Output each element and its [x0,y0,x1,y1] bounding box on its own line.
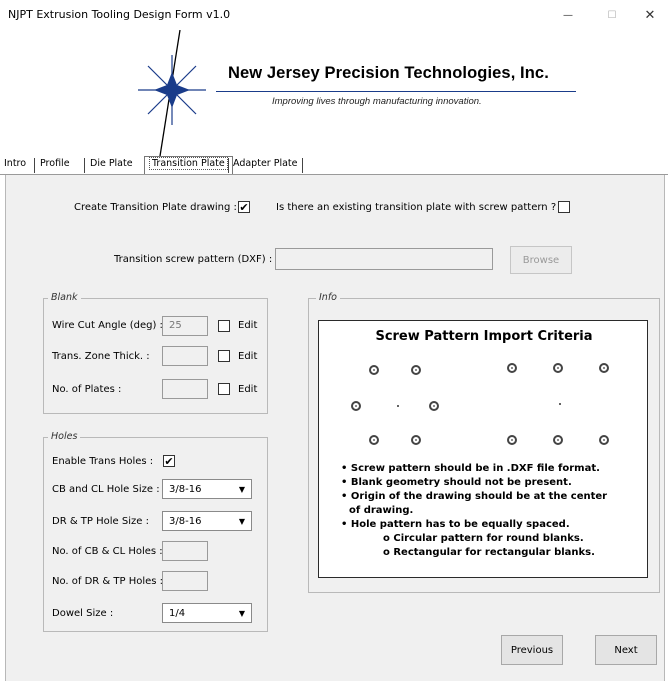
tab-adapter-plate[interactable]: Adapter Plate [233,158,297,174]
tab-divider [302,158,303,173]
criteria-line: o Rectangular for rectangular blanks. [383,547,595,558]
close-icon: ✕ [644,7,656,23]
create-drawing-checkbox[interactable]: ✔ [238,201,250,213]
criteria-line: • Blank geometry should not be present. [341,477,572,488]
criteria-line: • Hole pattern has to be equally spaced. [341,519,570,530]
dr-tp-count-input[interactable] [162,571,208,591]
tab-intro[interactable]: Intro [4,158,26,174]
trans-zone-input[interactable] [162,346,208,366]
tab-divider [228,158,229,173]
criteria-line: • Screw pattern should be in .DXF file f… [341,463,600,474]
hole-icon [553,435,563,445]
plates-label: No. of Plates : [52,384,122,395]
logo-underline [216,91,576,92]
cb-cl-size-label: CB and CL Hole Size : [52,484,160,495]
hole-icon [351,401,361,411]
dr-tp-size-label: DR & TP Hole Size : [52,516,149,527]
dr-tp-size-select[interactable]: 3/8-16 ▼ [162,511,252,531]
hole-icon [411,435,421,445]
holes-frame-title: Holes [48,431,81,442]
tab-strip: Intro Profile Die Plate Transition Plate… [0,156,668,176]
plates-edit-checkbox[interactable] [218,383,230,395]
screw-pattern-label: Transition screw pattern (DXF) : [114,254,273,265]
previous-button[interactable]: Previous [501,635,563,665]
company-name: New Jersey Precision Technologies, Inc. [228,64,549,82]
hole-icon [429,401,439,411]
company-tagline: Improving lives through manufacturing in… [272,96,482,107]
criteria-line: o Circular pattern for round blanks. [383,533,584,544]
trans-zone-edit-label: Edit [238,351,258,362]
blank-frame-title: Blank [48,292,81,303]
existing-pattern-checkbox[interactable] [558,201,570,213]
wire-cut-edit-label: Edit [238,320,258,331]
trans-zone-label: Trans. Zone Thick. : [52,351,150,362]
hole-icon [599,435,609,445]
checkmark-icon: ✔ [239,200,249,214]
cb-cl-size-value: 3/8-16 [169,483,202,495]
trans-zone-edit-checkbox[interactable] [218,350,230,362]
criteria-line: of drawing. [349,505,414,516]
wire-cut-input[interactable]: 25 [162,316,208,336]
create-drawing-label: Create Transition Plate drawing : [74,202,237,213]
enable-holes-label: Enable Trans Holes : [52,456,154,467]
cb-cl-size-select[interactable]: 3/8-16 ▼ [162,479,252,499]
dr-tp-size-value: 3/8-16 [169,515,202,527]
hole-icon [553,363,563,373]
plates-input[interactable] [162,379,208,399]
minimize-button[interactable]: — [548,2,588,28]
cb-cl-count-input[interactable] [162,541,208,561]
next-button[interactable]: Next [595,635,657,665]
header-banner [0,30,668,156]
cb-cl-count-label: No. of CB & CL Holes : [52,546,163,557]
hole-icon [599,363,609,373]
maximize-button[interactable]: ☐ [592,2,632,28]
plates-edit-label: Edit [238,384,258,395]
dowel-size-select[interactable]: 1/4 ▼ [162,603,252,623]
browse-button[interactable]: Browse [510,246,572,274]
tab-transition-plate-label: Transition Plate [149,157,228,170]
dr-tp-count-label: No. of DR & TP Holes : [52,576,164,587]
hole-icon [507,363,517,373]
existing-pattern-label: Is there an existing transition plate wi… [276,202,557,213]
criteria-title: Screw Pattern Import Criteria [375,329,593,344]
window-title: NJPT Extrusion Tooling Design Form v1.0 [8,8,231,21]
screw-pattern-criteria-image: Screw Pattern Import Criteria • Screw pa… [318,320,648,578]
info-frame-title: Info [316,292,340,303]
dropdown-arrow-icon: ▼ [238,608,245,618]
center-dot [559,403,561,405]
maximize-icon: ☐ [607,9,617,21]
tab-divider [84,158,85,173]
hole-icon [369,435,379,445]
wire-cut-edit-checkbox[interactable] [218,320,230,332]
dropdown-arrow-icon: ▼ [238,516,245,526]
close-button[interactable]: ✕ [632,2,668,28]
tab-profile[interactable]: Profile [40,158,70,174]
checkmark-icon: ✔ [164,454,174,468]
tab-divider [34,158,35,173]
minimize-icon: — [563,9,573,21]
dowel-size-label: Dowel Size : [52,608,114,619]
wire-cut-label: Wire Cut Angle (deg) : [52,320,163,331]
hole-icon [411,365,421,375]
tab-die-plate[interactable]: Die Plate [90,158,133,174]
dowel-size-value: 1/4 [169,607,186,619]
dropdown-arrow-icon: ▼ [238,484,245,494]
hole-icon [369,365,379,375]
center-dot [397,405,399,407]
tab-transition-plate[interactable]: Transition Plate [144,156,233,174]
title-bar: NJPT Extrusion Tooling Design Form v1.0 … [0,0,668,30]
criteria-line: • Origin of the drawing should be at the… [341,491,608,502]
screw-pattern-input[interactable] [275,248,493,270]
enable-holes-checkbox[interactable]: ✔ [163,455,175,467]
hole-icon [507,435,517,445]
